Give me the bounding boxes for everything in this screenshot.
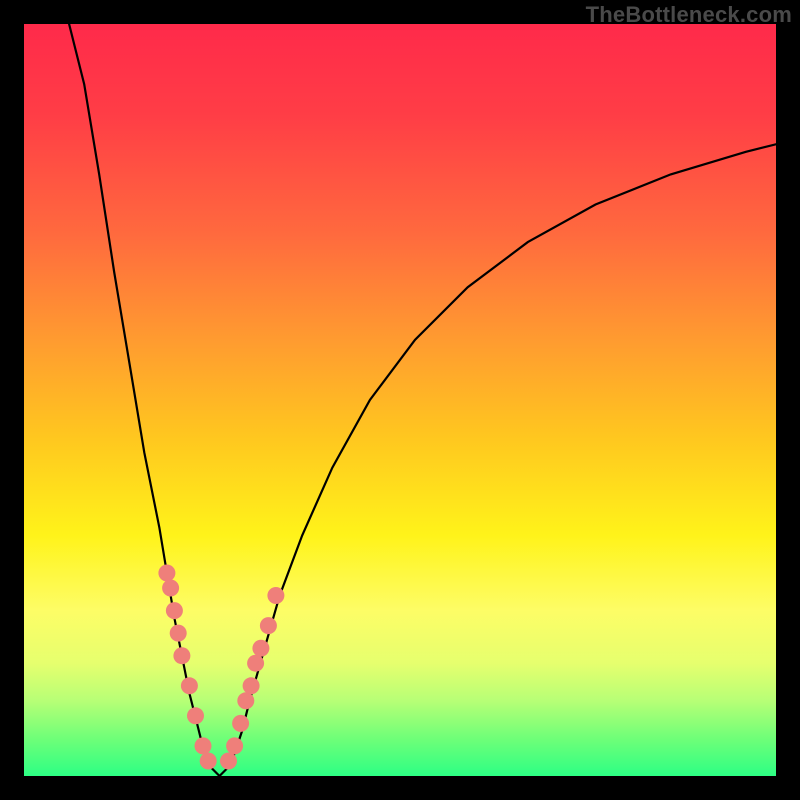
watermark-label: TheBottleneck.com	[586, 2, 792, 28]
curve-marker	[226, 737, 243, 754]
bottleneck-curve-path	[69, 24, 776, 776]
curve-marker	[237, 692, 254, 709]
curve-marker	[260, 617, 277, 634]
markers-left-flank	[158, 565, 216, 770]
curve-marker	[195, 737, 212, 754]
chart-plot-area	[24, 24, 776, 776]
curve-marker	[267, 587, 284, 604]
curve-marker	[252, 640, 269, 657]
curve-marker	[200, 753, 217, 770]
curve-marker	[170, 625, 187, 642]
curve-marker	[181, 677, 198, 694]
curve-marker	[187, 707, 204, 724]
curve-marker	[220, 753, 237, 770]
curve-marker	[247, 655, 264, 672]
curve-marker	[232, 715, 249, 732]
curve-marker	[173, 647, 190, 664]
curve-marker	[162, 580, 179, 597]
curve-marker	[243, 677, 260, 694]
bottleneck-curve-svg	[24, 24, 776, 776]
curve-marker	[158, 565, 175, 582]
curve-marker	[166, 602, 183, 619]
